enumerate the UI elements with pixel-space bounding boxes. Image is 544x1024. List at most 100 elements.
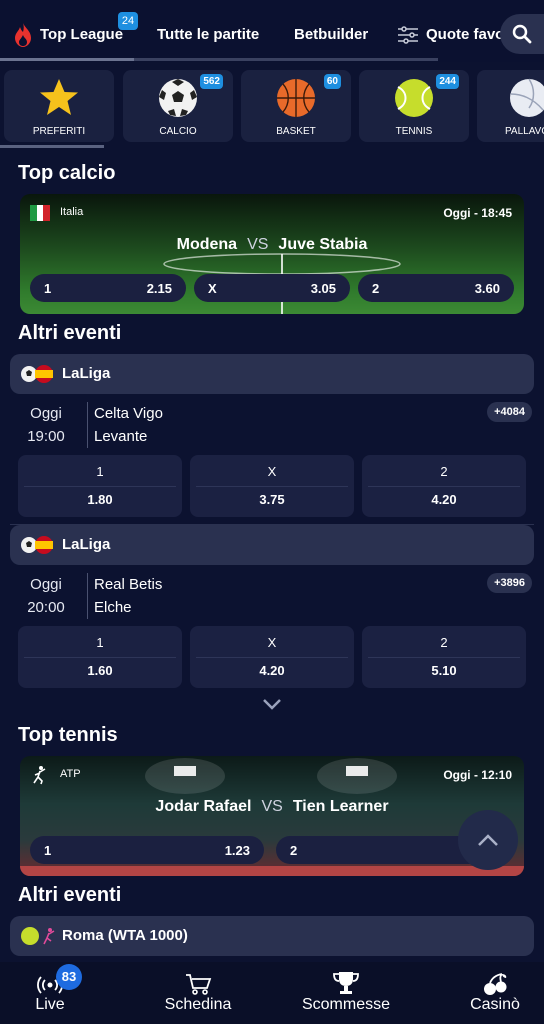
sport-count-badge: 60 <box>323 74 341 89</box>
more-markets-badge[interactable]: +4084 <box>487 402 532 422</box>
search-button[interactable] <box>500 14 544 54</box>
sport-tennis[interactable]: 244 TENNIS <box>359 70 469 142</box>
league-header[interactable]: LaLiga <box>10 525 534 565</box>
sport-count-badge: 562 <box>200 74 223 89</box>
odd-key: 1 <box>44 281 52 296</box>
league-header[interactable]: LaLiga <box>10 354 534 394</box>
odd-button[interactable]: 1 1.80 <box>18 455 182 517</box>
cherries-icon <box>484 973 507 995</box>
tennis-ball-player-icon <box>21 927 55 945</box>
nav-scommesse[interactable]: Scommesse <box>294 966 398 1014</box>
italy-flag-icon <box>30 205 51 221</box>
section-title-top-calcio: Top calcio <box>18 162 116 184</box>
sport-pallavolo[interactable]: PALLAVO <box>477 70 544 142</box>
featured-tennis-card[interactable]: ATP Oggi - 12:10 Jodar Rafael VS Tien Lear… <box>20 756 524 876</box>
odd-button[interactable]: 2 4.20 <box>362 455 526 517</box>
chevron-down-icon[interactable] <box>262 698 282 710</box>
search-icon <box>512 24 532 44</box>
odd-separator <box>196 486 348 487</box>
featured-league: Italia <box>60 206 84 218</box>
home-team: Modena <box>176 236 238 253</box>
top-tabs: Top League 24 Tutte le partite Betbuilde… <box>0 0 544 62</box>
star-icon <box>40 79 78 115</box>
odd-separator <box>368 657 520 658</box>
tab-betbuilder[interactable]: Betbuilder <box>294 26 368 43</box>
odd-value: 4.20 <box>259 663 285 678</box>
home-team: Real Betis <box>94 576 163 593</box>
sport-calcio[interactable]: 562 CALCIO <box>123 70 233 142</box>
nav-schedina[interactable]: Schedina <box>158 966 238 1014</box>
featured-teams: Modena VS Juve Stabia <box>20 236 524 254</box>
league-name: Roma (WTA 1000) <box>62 927 188 944</box>
sport-label: BASKET <box>276 126 316 137</box>
match-day: Oggi <box>30 405 62 422</box>
top-league-count-badge: 24 <box>118 12 138 30</box>
scroll-to-top-button[interactable] <box>458 810 518 870</box>
nav-label: Schedina <box>164 996 232 1013</box>
section-title-altri-eventi: Altri eventi <box>18 322 122 344</box>
match-divider <box>87 573 88 619</box>
match-hour: 20:00 <box>27 599 65 616</box>
tennis-player-icon <box>33 766 46 785</box>
sport-label: PALLAVO <box>505 126 544 137</box>
odd-value: 4.20 <box>431 492 457 507</box>
away-team: Juve Stabia <box>278 236 368 253</box>
match-teams[interactable]: Real Betis Elche <box>94 573 162 619</box>
odd-button[interactable]: X 4.20 <box>190 626 354 688</box>
featured-time: Oggi - 12:10 <box>443 768 512 782</box>
odd-button[interactable]: X 3.75 <box>190 455 354 517</box>
soccer-spain-icon <box>21 365 53 383</box>
odd-key: 1 <box>44 843 52 858</box>
odd-key: 2 <box>372 281 380 296</box>
sport-preferiti[interactable]: PREFERITI <box>4 70 114 142</box>
odd-button[interactable]: 1 2.15 <box>30 274 186 302</box>
nav-casino[interactable]: Casinò <box>462 966 528 1014</box>
tab-tutte-le-partite[interactable]: Tutte le partite <box>157 26 259 43</box>
nav-label: Live <box>35 996 65 1013</box>
odd-button[interactable]: 1 1.23 <box>30 836 264 864</box>
sport-count-badge: 244 <box>436 74 459 89</box>
soccer-spain-icon <box>21 536 53 554</box>
section-title-altri-eventi-tennis: Altri eventi <box>18 884 122 906</box>
sport-label: TENNIS <box>395 126 433 137</box>
away-team: Elche <box>94 599 132 616</box>
sport-basket[interactable]: 60 BASKET <box>241 70 351 142</box>
odd-separator <box>24 486 176 487</box>
odd-value: 2.15 <box>146 281 172 296</box>
odd-button[interactable]: 1 1.60 <box>18 626 182 688</box>
odd-key: 1 <box>96 635 104 650</box>
away-team: Levante <box>94 428 148 445</box>
odd-button[interactable]: X 3.05 <box>194 274 350 302</box>
vs-label: VS <box>247 236 269 253</box>
section-title-top-tennis: Top tennis <box>18 724 118 746</box>
odd-key: 2 <box>440 464 448 479</box>
tab-top-league[interactable]: Top League <box>40 26 123 43</box>
player-two: Tien Learner <box>292 798 389 815</box>
match-day: Oggi <box>30 576 62 593</box>
match-teams[interactable]: Celta Vigo Levante <box>94 402 163 448</box>
tab-quote-favorite[interactable]: Quote favo <box>426 26 504 43</box>
odd-value: 1.23 <box>224 843 250 858</box>
sports-scrollbar <box>0 145 104 148</box>
odd-separator <box>368 486 520 487</box>
odd-button[interactable]: 2 3.60 <box>358 274 514 302</box>
odd-button[interactable]: 2 5.10 <box>362 626 526 688</box>
trophy-icon <box>333 972 359 994</box>
sport-label: CALCIO <box>159 126 197 137</box>
chevron-up-icon <box>478 834 498 846</box>
fire-icon <box>15 23 31 47</box>
match-time: Oggi 19:00 <box>18 402 74 448</box>
cart-icon <box>186 974 212 995</box>
featured-match-card[interactable]: Italia Oggi - 18:45 Modena VS Juve Stabia … <box>20 194 524 314</box>
match-time: Oggi 20:00 <box>18 573 74 619</box>
odd-value: 1.80 <box>87 492 113 507</box>
league-name: LaLiga <box>62 365 111 382</box>
odd-value: 3.75 <box>259 492 285 507</box>
nav-label: Casinò <box>470 996 520 1013</box>
more-markets-badge[interactable]: +3896 <box>487 573 532 593</box>
odd-key: 2 <box>290 843 298 858</box>
odd-key: X <box>267 464 277 479</box>
featured-time: Oggi - 18:45 <box>443 206 512 220</box>
odd-value: 5.10 <box>431 663 457 678</box>
league-header[interactable]: Roma (WTA 1000) <box>10 916 534 956</box>
